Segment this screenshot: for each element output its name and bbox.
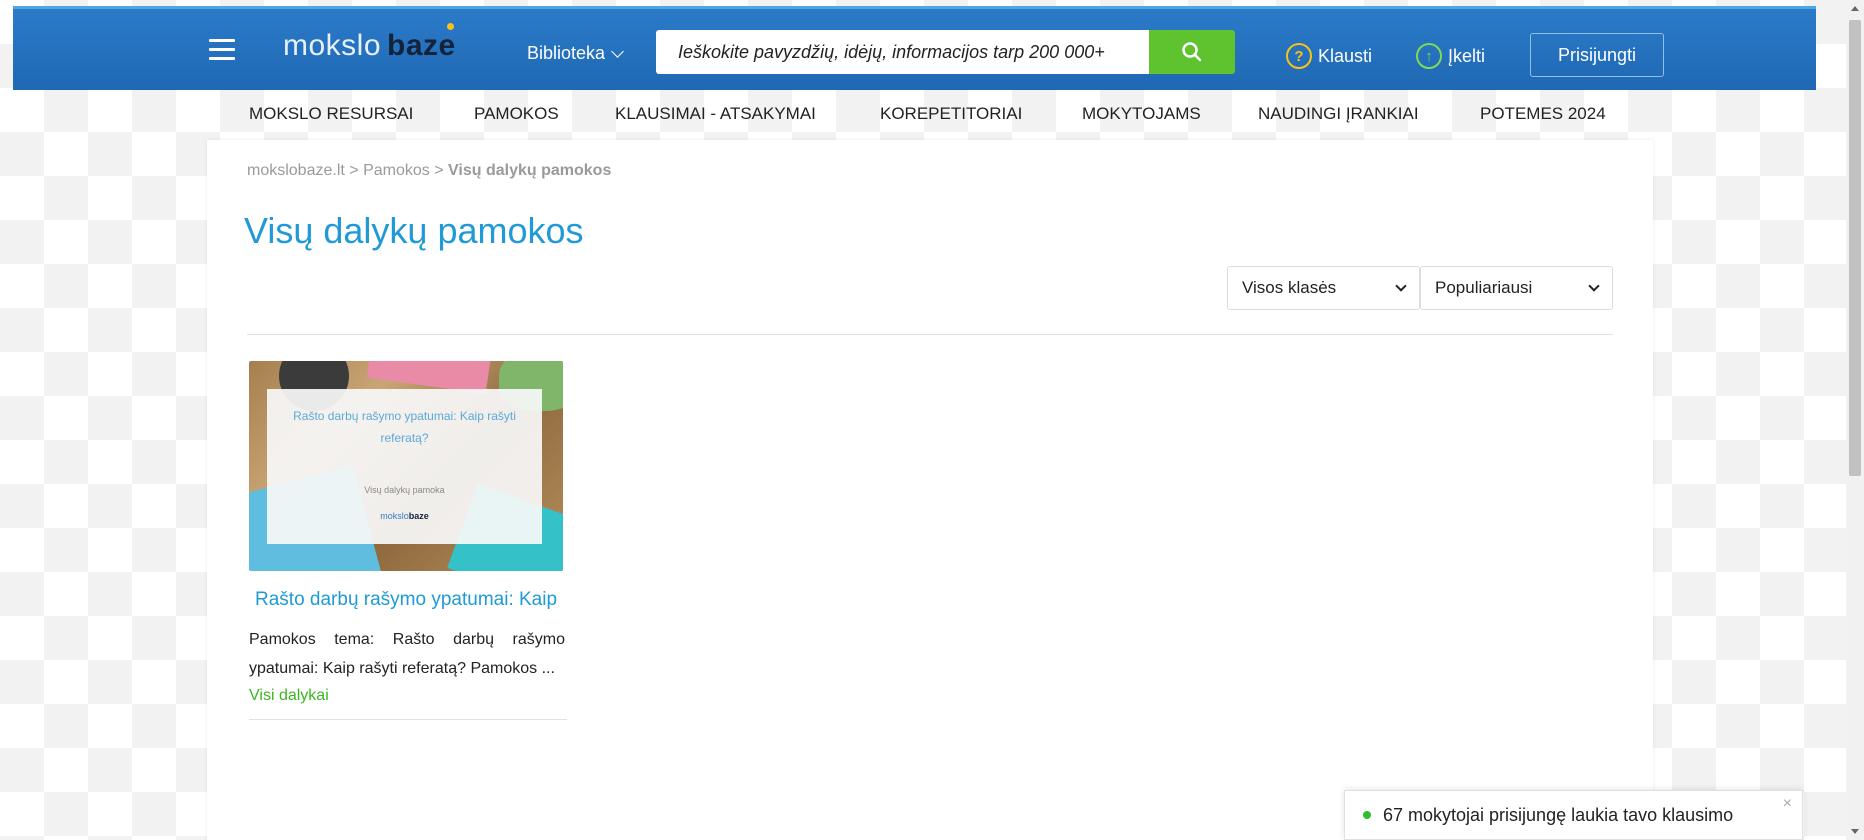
notification-text: 67 mokytojai prisijungę laukia tavo klau… <box>1383 804 1734 825</box>
search-icon <box>1182 42 1202 62</box>
scroll-down-icon[interactable] <box>1851 829 1859 834</box>
ask-link[interactable]: ? Klausti <box>1286 43 1372 69</box>
logo-dot <box>446 23 454 30</box>
lesson-thumbnail[interactable]: Rašto darbų rašymo ypatumai: Kaip rašyti… <box>249 361 563 571</box>
site-logo[interactable]: mokslo baze <box>283 23 456 63</box>
page-scrollbar[interactable] <box>1846 0 1864 840</box>
lesson-title-link[interactable]: Rašto darbų rašymo ypatumai: Kaip <box>249 589 565 611</box>
ask-label: Klausti <box>1318 45 1373 66</box>
library-label: Biblioteka <box>527 43 606 63</box>
chevron-down-icon <box>1588 280 1600 292</box>
nav-item-mokytojams[interactable]: MOKYTOJAMS <box>1082 104 1201 124</box>
nav-item-mokslo-resursai[interactable]: MOKSLO RESURSAI <box>249 104 413 124</box>
lesson-card: Rašto darbų rašymo ypatumai: Kaip rašyti… <box>249 361 567 720</box>
grade-filter-select[interactable]: Visos klasės <box>1227 266 1420 310</box>
nav-item-potemes-2024[interactable]: POTEMES 2024 <box>1480 104 1606 124</box>
nav-item-klausimai-atsakymai[interactable]: KLAUSIMAI - ATSAKYMAI <box>615 104 816 124</box>
upload-link[interactable]: ↑ Įkelti <box>1416 43 1485 69</box>
chevron-down-icon <box>1395 280 1407 292</box>
teacher-notification[interactable]: 67 mokytojai prisijungę laukia tavo klau… <box>1344 790 1803 840</box>
logo-bold: baze <box>387 23 456 62</box>
divider <box>247 334 1613 335</box>
lesson-divider <box>249 719 567 720</box>
arrow-up-circle-icon: ↑ <box>1416 43 1442 69</box>
thumbnail-title: Rašto darbų rašymo ypatumai: Kaip rašyti… <box>293 409 516 445</box>
grade-filter-value: Visos klasės <box>1242 278 1337 297</box>
breadcrumb-separator: > <box>349 162 359 179</box>
main-nav: MOKSLO RESURSAI PAMOKOS KLAUSIMAI - ATSA… <box>0 104 1846 126</box>
nav-item-pamokos[interactable]: PAMOKOS <box>474 104 559 124</box>
breadcrumb: mokslobaze.lt > Pamokos > Visų dalykų pa… <box>247 162 611 180</box>
question-circle-icon: ? <box>1286 43 1312 69</box>
search-input[interactable] <box>656 30 1149 74</box>
thumbnail-logo: mokslobaze <box>267 511 542 521</box>
close-icon[interactable]: × <box>1783 795 1792 813</box>
content-card: mokslobaze.lt > Pamokos > Visų dalykų pa… <box>207 140 1653 840</box>
search-button[interactable] <box>1149 30 1235 74</box>
logo-light: mokslo <box>283 29 382 62</box>
login-button[interactable]: Prisijungti <box>1530 33 1664 77</box>
lesson-subject-tag[interactable]: Visi dalykai <box>249 687 565 705</box>
lesson-description: Pamokos tema: Rašto darbų rašymo ypatuma… <box>249 631 565 677</box>
library-dropdown[interactable]: Biblioteka <box>527 43 624 64</box>
breadcrumb-separator: > <box>434 162 444 179</box>
thumbnail-subtitle: Visų dalykų pamoka <box>364 485 445 495</box>
page-title: Visų dalykų pamokos <box>244 210 584 251</box>
nav-item-naudingi-irankiai[interactable]: NAUDINGI ĮRANKIAI <box>1258 104 1419 124</box>
thumbnail-panel: Rašto darbų rašymo ypatumai: Kaip rašyti… <box>267 389 542 544</box>
hamburger-icon[interactable] <box>209 39 235 61</box>
breadcrumb-home[interactable]: mokslobaze.lt <box>247 162 345 179</box>
scrollbar-thumb[interactable] <box>1849 20 1861 476</box>
nav-item-korepetitoriai[interactable]: KOREPETITORIAI <box>880 104 1022 124</box>
breadcrumb-current: Visų dalykų pamokos <box>448 162 612 179</box>
page: mokslobaze Biblioteka ? Klausti ↑ Įkelti… <box>0 0 1846 840</box>
thumbnail-logo-bold: baze <box>408 511 429 521</box>
site-header: mokslobaze Biblioteka ? Klausti ↑ Įkelti… <box>13 6 1816 90</box>
thumbnail-logo-light: mokslo <box>380 511 409 521</box>
sort-select[interactable]: Populiariausi <box>1420 266 1613 310</box>
sort-value: Populiariausi <box>1435 278 1533 297</box>
scroll-up-icon[interactable] <box>1851 6 1859 11</box>
breadcrumb-section[interactable]: Pamokos <box>363 162 430 179</box>
chevron-down-icon <box>611 45 624 58</box>
upload-label: Įkelti <box>1448 45 1486 66</box>
online-status-dot <box>1363 811 1371 819</box>
logo-bold-text: baze <box>387 29 456 62</box>
